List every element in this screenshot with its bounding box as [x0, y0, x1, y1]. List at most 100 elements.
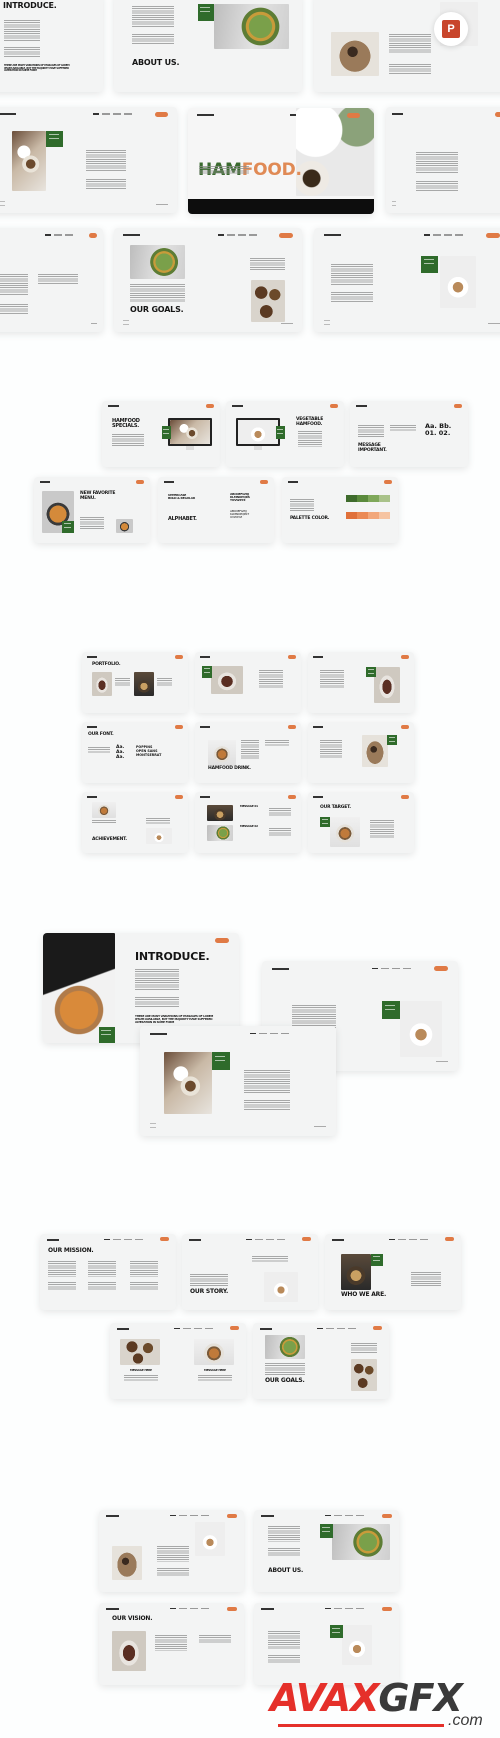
slide-our-story[interactable]: OUR STORY.: [182, 1234, 318, 1310]
food-photo: [92, 802, 116, 818]
salad-photo: [214, 4, 289, 49]
slide-bowl-right[interactable]: [314, 228, 500, 332]
watermark-red-text: AVAX: [270, 1676, 379, 1720]
slide-dish-right[interactable]: [308, 652, 414, 713]
steak-photo: [92, 672, 112, 696]
plates-photo: [351, 1359, 377, 1391]
paragraph: [88, 747, 110, 753]
paragraph: [244, 1100, 290, 1110]
paragraph: [268, 1631, 300, 1649]
slide-title: OUR VISION.: [112, 1615, 153, 1622]
paragraph: [268, 1526, 300, 1542]
paragraph: [48, 1261, 76, 1277]
food-photo: [207, 805, 233, 821]
slide-our-mission[interactable]: OUR MISSION.: [40, 1234, 176, 1310]
slide-our-font[interactable]: OUR FONT. Aa. Aa. Aa. POPPINS OPEN SANS …: [82, 722, 188, 783]
slide-title: INTRODUCE.: [3, 1, 57, 10]
swatch: [357, 512, 368, 519]
slide-coffee-board[interactable]: [314, 0, 500, 92]
coffee-photo: [164, 1052, 212, 1114]
green-swatches: [346, 495, 390, 502]
slide-title: ALPHABET.: [168, 516, 197, 522]
slide-our-target[interactable]: OUR TARGET.: [308, 792, 414, 853]
green-caption-box: [382, 1001, 400, 1019]
green-caption-box: [202, 666, 212, 678]
slide-about-us-2[interactable]: ABOUT US.: [254, 1510, 399, 1592]
bowl-photo: [440, 256, 476, 308]
slide-messages[interactable]: MESSAGE 01 MESSAGE 02: [195, 792, 301, 853]
cover-title-accent: FOOD.: [241, 159, 302, 180]
green-caption-box: [320, 817, 330, 827]
paragraph: [146, 818, 170, 824]
slide-hamfood-specials[interactable]: HAMFOOD SPECIALS.: [102, 401, 220, 467]
imac-mockup: [236, 418, 280, 450]
slide-hamfood-drink[interactable]: HAMFOOD DRINK.: [195, 722, 301, 783]
slide-two-columns[interactable]: [0, 228, 103, 332]
paragraph: [198, 1375, 232, 1381]
food-photo: [330, 817, 360, 847]
slide-palette-color[interactable]: PALETTE COLOR.: [282, 477, 398, 543]
slide-text-only[interactable]: [386, 107, 500, 213]
alphabet-subtitle: UPPERCASE BOLD & REGULAR: [168, 493, 195, 501]
slide-bowl-right-2[interactable]: [254, 1603, 399, 1685]
paragraph: [259, 670, 283, 688]
watermark-suffix: .com: [448, 1712, 483, 1729]
slide-photo-left[interactable]: [0, 107, 177, 213]
paragraph: [252, 1256, 288, 1262]
drink-photo: [208, 740, 236, 766]
slide-photo-green[interactable]: [195, 652, 301, 713]
swatch: [368, 512, 379, 519]
slide-about-us[interactable]: ABOUT US.: [114, 0, 302, 92]
paragraph: [290, 499, 314, 511]
bowl-photo: [342, 1625, 372, 1665]
slide-cover-hamfood[interactable]: HAMFOOD.: [188, 108, 374, 214]
slide-message-here[interactable]: MESSAGE HERE MESSAGE HERE: [110, 1323, 246, 1399]
slide-achievement[interactable]: ACHIEVEMENT.: [82, 792, 188, 853]
green-caption-box: [212, 1052, 230, 1070]
paragraph: [199, 166, 249, 175]
slide-our-vision[interactable]: OUR VISION.: [99, 1603, 244, 1685]
slide-vegetable-hamfood[interactable]: VEGETABLE HAMFOOD.: [226, 401, 344, 467]
slide-our-goals[interactable]: OUR GOALS.: [114, 228, 302, 332]
green-caption-box: [276, 426, 285, 439]
paragraph: [80, 517, 104, 530]
dumplings-photo: [400, 1001, 442, 1057]
pizza-photo: [362, 735, 388, 767]
paragraph: [0, 304, 28, 314]
paragraph: [269, 808, 291, 816]
slide-title: OUR GOALS.: [265, 1377, 305, 1384]
slide-title: OUR MISSION.: [48, 1247, 94, 1254]
slide-coffee-board-2[interactable]: [99, 1510, 244, 1592]
paragraph: [115, 678, 130, 687]
paragraph: [112, 434, 144, 446]
orange-swatches: [346, 512, 390, 519]
slide-alphabet[interactable]: UPPERCASE BOLD & REGULAR ALPHABET. ABCDE…: [158, 477, 274, 543]
paragraph: [389, 34, 431, 54]
slide-introduce[interactable]: INTRODUCE. THERE ARE MANY VARIATIONS OF …: [0, 0, 103, 92]
slide-message-important[interactable]: Aa. Bb. 01. 02. MESSAGE IMPORTANT.: [350, 401, 468, 467]
powerpoint-icon: P: [442, 20, 460, 38]
slide-note: THERE ARE MANY VARIATIONS OF PASSAGES OF…: [4, 64, 70, 73]
slide-coffee-large[interactable]: [140, 1026, 336, 1136]
slide-who-we-are[interactable]: WHO WE ARE.: [325, 1234, 461, 1310]
paragraph: [416, 152, 458, 174]
salad-photo: [332, 1524, 390, 1560]
slide-new-favorite-menu[interactable]: NEW FAVORITE MENU.: [34, 477, 150, 543]
slide-title: PALETTE COLOR.: [290, 516, 330, 521]
green-caption-box: [387, 735, 397, 745]
alphabet-uppercase: ABCDEFGHIJ KLMNOPQRS TUVWXYZ: [230, 492, 250, 503]
paragraph: [389, 64, 431, 74]
food-photo: [120, 1339, 160, 1365]
slide-title: VEGETABLE HAMFOOD.: [296, 417, 324, 427]
font-samples: Aa. Aa. Aa.: [116, 745, 125, 761]
paragraph: [190, 1274, 228, 1286]
slide-title: OUR TARGET.: [320, 805, 351, 810]
slide-portfolio[interactable]: PORTFOLIO.: [82, 652, 188, 713]
swatch: [346, 512, 357, 519]
slide-pizza[interactable]: [308, 722, 414, 783]
message-right-title: MESSAGE HERE: [204, 1368, 226, 1372]
slide-our-goals-2[interactable]: OUR GOALS.: [253, 1323, 389, 1399]
slide-title: ABOUT US.: [132, 58, 180, 67]
message-2-title: MESSAGE 02: [240, 824, 258, 828]
green-caption-box: [320, 1524, 333, 1538]
